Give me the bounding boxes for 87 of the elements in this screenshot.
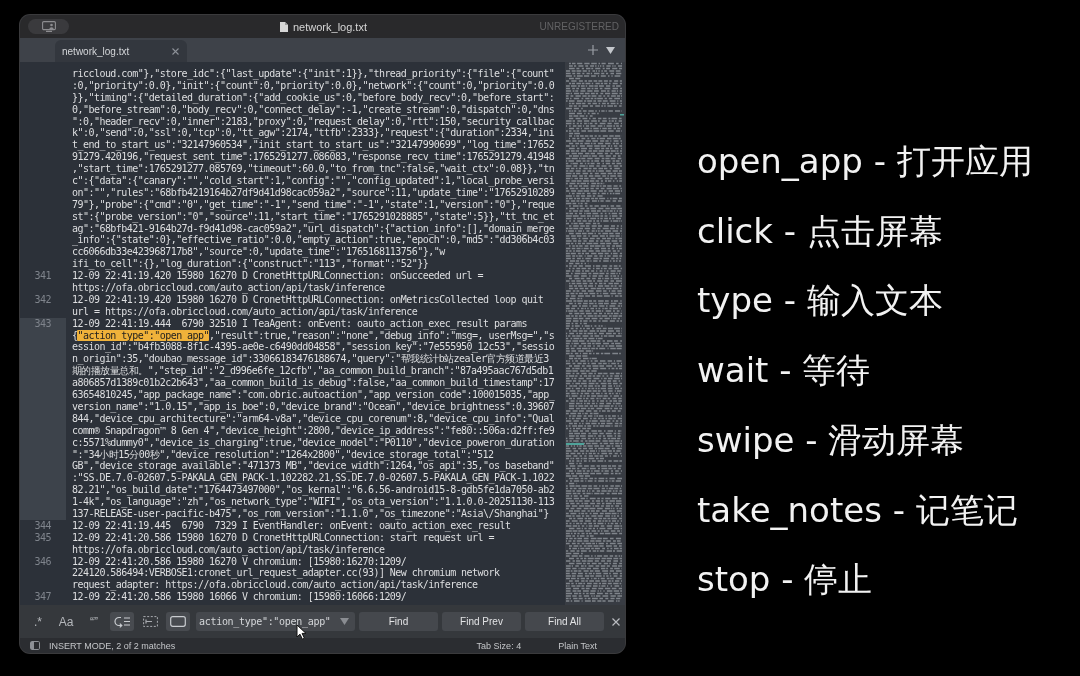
code-line: c:5571%dummy0","device_is_charging":true,"device_model":"P0110","device_poweron_duration xyxy=(72,436,555,449)
code-line: version_name":"1.0.15","app_is_boe":0,"device_brand":"Ocean","device_brightness":0.39607 xyxy=(72,400,555,413)
code-line: 63654810245,"app_package_name":"com.obric.autoaction","app_version_code":100015035,"app_ xyxy=(72,389,555,401)
code-line: 12-09 22:41:19.444 6790 32510 I TeaAgent: onEvent: oauto_action_exec_result params xyxy=(72,317,527,330)
sidebar-icon[interactable] xyxy=(30,641,40,650)
minimap[interactable] xyxy=(565,62,625,605)
find-button[interactable]: Find xyxy=(359,612,438,631)
action-label: take_notes - 记笔记 xyxy=(697,488,1019,532)
code-line: url = https://ofa.obriccloud.com/auto_action/api/task/inference xyxy=(72,305,418,318)
code-line: 91279.420196,"request_sent_time":1765291277.086083,"response_recv_time":1765291279.41948 xyxy=(72,151,555,164)
file-icon xyxy=(280,21,288,32)
code-line: n_origin":35,"doubao_message_id":33066183476188674,"query":"帮我统计b站zealer官方频道最近3 xyxy=(72,353,549,366)
caret-down-icon[interactable] xyxy=(340,618,349,625)
code-line: comm® Snapdragon™ 8 Gen 4","device_height":2800,"device_ip_address":"fe80::506a:d2ff:fe9 xyxy=(72,424,555,437)
code-line: 137-RELEASE-user-pacific-b475","os_rom_version":"1.1.0","os_timezone":"Asia\/Shanghai"} xyxy=(72,507,549,520)
code-line: 12-09 22:41:19.420 15980 16270 D CronetHttpURLConnection: onMetricsCollected loop quit xyxy=(72,293,544,306)
action-label: swipe - 滑动屏幕 xyxy=(697,418,966,462)
code-line: request_adapter: https://ofa.obriccloud.com/auto_action/api/task/inference xyxy=(72,579,478,592)
find-option-toggle[interactable]: “” xyxy=(82,612,106,631)
code-line: 82.21","os_build_date":"1764473497000","os_kernal":"6.6.56-android15-8-gdb5fe1da7050-ab2 xyxy=(72,484,555,497)
code-line: ession_id":"b4fb3088-8f1c-4395-ae0e-c6490dd04858","session_key":"7e555950_12c53","sessio xyxy=(72,341,555,354)
line-number: 344 xyxy=(34,519,51,532)
line-number: 346 xyxy=(34,555,51,568)
code-line: ":0,"header_recv":0,"inner":2183,"proxy":0,"request_delay":0,"rtt":150,"security_callbac xyxy=(72,115,555,128)
wrap-icon xyxy=(114,615,130,628)
line-number: 347 xyxy=(34,591,51,604)
code-line: https://ofa.obriccloud.com/auto_action/api/task/inference xyxy=(72,282,385,294)
plus-icon[interactable] xyxy=(588,45,598,55)
caret-down-icon[interactable] xyxy=(606,46,615,54)
code-line: https://ofa.obriccloud.com/auto_action/api/task/inference xyxy=(72,543,385,556)
find-button[interactable]: Find All xyxy=(525,612,604,631)
selection-icon xyxy=(142,616,158,627)
find-option-toggle[interactable]: Aa xyxy=(54,612,78,631)
code-line: {"action_type":"open_app","result":true,"reason":"none","debug_info":"msg=, userMsg=","s xyxy=(72,329,555,342)
line-number: 343 xyxy=(34,317,51,330)
code-line: 12-09 22:41:19.445 6790 7329 I EventHandler: onEvent: oauto_action_exec_result xyxy=(72,519,511,532)
code-line: ":"34小时15分00秒","device_resolution":"1264x2800","device_storage_total":"512 xyxy=(72,448,494,461)
action-label: type - 输入文本 xyxy=(697,279,944,323)
code-line: 12-09 22:41:20.586 15980 16066 V chromium: [15980:16066:1209/ xyxy=(72,591,407,604)
code-line: k":0,"send":0,"ssl":0,"tcp":0,"tt_agw":2174,"ttfb":2333},"request":{"duration":2334,"ini xyxy=(72,127,555,140)
code-line: _info":{"state":0},"effective_ratio":0.0,"empty_action":true,"epoch":0,"md5":"dd306b4c03 xyxy=(72,234,555,247)
code-line: 1-4k","os_language":"zh","os_network_type":"WIFI","os_ota_version":"1.1.0.0-20251130-113 xyxy=(72,496,555,508)
window-button[interactable] xyxy=(28,19,69,34)
action-label: click - 点击屏幕 xyxy=(697,209,944,253)
code-line: ag":"68bfb421-9164b27d-f9d41d98-cac059a2","url_dispatch":{"action_info":[],"domain_merge xyxy=(72,222,555,235)
code-line: t_end_to_start_us":"32147960534","init_start_to_start_us":"32147990699","log_time":17652 xyxy=(72,139,555,152)
code-line: 224120.586494:VERBOSE1:cronet_url_request_adapter.cc(93)] New chromium network xyxy=(72,567,500,580)
code-line: 12-09 22:41:19.420 15980 16270 D CronetHttpURLConnection: onSucceeded url = xyxy=(72,270,484,283)
code-line: c":{"data":{"canary":"","cold_start":1,"config":"","config_updated":1,"local_probe_versi xyxy=(72,175,555,187)
code-line: ifi_to_cell":{},"log_duration":{"construct":"113","format":"52"}} xyxy=(72,258,429,271)
code-line: 12-09 22:41:20.586 15980 16270 D CronetHttpURLConnection: start request url = xyxy=(72,531,494,544)
line-number: 342 xyxy=(34,293,51,306)
code-line: 844,"device_cpu_architecture":"arm64-v8a","device_cpu_corenum":8,"device_cpu_info":"Qual xyxy=(72,412,555,425)
tab[interactable]: network_log.txt xyxy=(55,40,187,62)
code-line: riccloud.com"},"store_idc":{"last_update":{"init":1}},"thread_priority":{"file":{"count" xyxy=(72,68,555,80)
code-line: :0,"priority":0.0},"init":{"count":0,"priority":0.0},"network":{"count":0,"priority":0.0 xyxy=(72,79,555,92)
code-line: 期的播放量总和。","step_id":"2_d996e6fe_12cfb","aa_common_build_branch":"87a495aac767d5db1 xyxy=(72,365,554,378)
find-option-toggle[interactable] xyxy=(166,612,190,631)
code-line: }},"timing":{"detailed_duration":{"add_cookie_us":0,"before_body_recv":0,"before_start": xyxy=(72,91,555,104)
close-icon[interactable] xyxy=(172,47,179,55)
code-line: 12-09 22:41:20.586 15980 16270 V chromium: [15980:16270:1209/ xyxy=(72,555,407,568)
action-label: stop - 停止 xyxy=(697,558,874,602)
code-line: GB","device_storage_available":"471373 MB","device_width":1264,"os_api":35,"os_baseband" xyxy=(72,460,555,473)
action-label: open_app - 打开应用 xyxy=(697,140,1033,183)
find-option-toggle[interactable]: .* xyxy=(26,612,50,631)
monitor-icon xyxy=(41,21,56,32)
code-line: st":{"probe_version":"0","source":11,"start_time":"1765291028885","state":5}},"tt_tnc_et xyxy=(72,210,555,223)
code-line: 79"},"probe":{"cmd":"0","get_time":"-1","send_time":"-1","state":1,"version":"0"},"reque xyxy=(72,198,555,211)
line-number: 341 xyxy=(34,270,51,283)
tab-size-label[interactable]: Tab Size: 4 xyxy=(476,640,522,651)
find-field[interactable]: action_type":"open_app" xyxy=(196,612,355,631)
code-line: :"SS.DE.7.0-02607.5-PAKALA_GEN_PACK-1.102282.21,SS.DE.7.0-02607.5-PAKALA_GEN_PACK-1.1022 xyxy=(72,472,555,485)
find-option-toggle[interactable] xyxy=(110,612,134,631)
code-line: a806857d1389c01b2c2b643","aa_common_build_is_debug":false,"aa_common_build_timestamp":17 xyxy=(72,377,555,390)
line-number: 345 xyxy=(34,531,51,544)
window-title: network_log.txt xyxy=(293,20,367,33)
code-line: on":"","rules":"68bfb4219164b27df9d41d98cac059a2","source":11,"update_time":"17652910289 xyxy=(72,186,555,199)
code-line: 0,"before_stream":0,"body_recv":0,"connect_delay":-1,"create_stream":0,"dispatch":0,"dns xyxy=(72,103,555,116)
license-notice: UNREGISTERED xyxy=(539,21,619,32)
find-button[interactable]: Find Prev xyxy=(442,612,521,631)
status-text: INSERT MODE, 2 of 2 matches xyxy=(49,640,176,651)
code-line: cc6066db33e423968717b8","source":0,"update_time":"1765168113756"},"w xyxy=(72,246,445,259)
action-label: wait - 等待 xyxy=(697,349,872,393)
highlight-icon xyxy=(170,616,186,627)
code-line: ,"start_time":1765291277.085769,"timeout":60.0,"to_from_tnc":false,"wait_ctx":0.08}},"tn xyxy=(72,163,555,175)
syntax-label[interactable]: Plain Text xyxy=(558,640,597,651)
close-icon[interactable] xyxy=(612,617,620,626)
